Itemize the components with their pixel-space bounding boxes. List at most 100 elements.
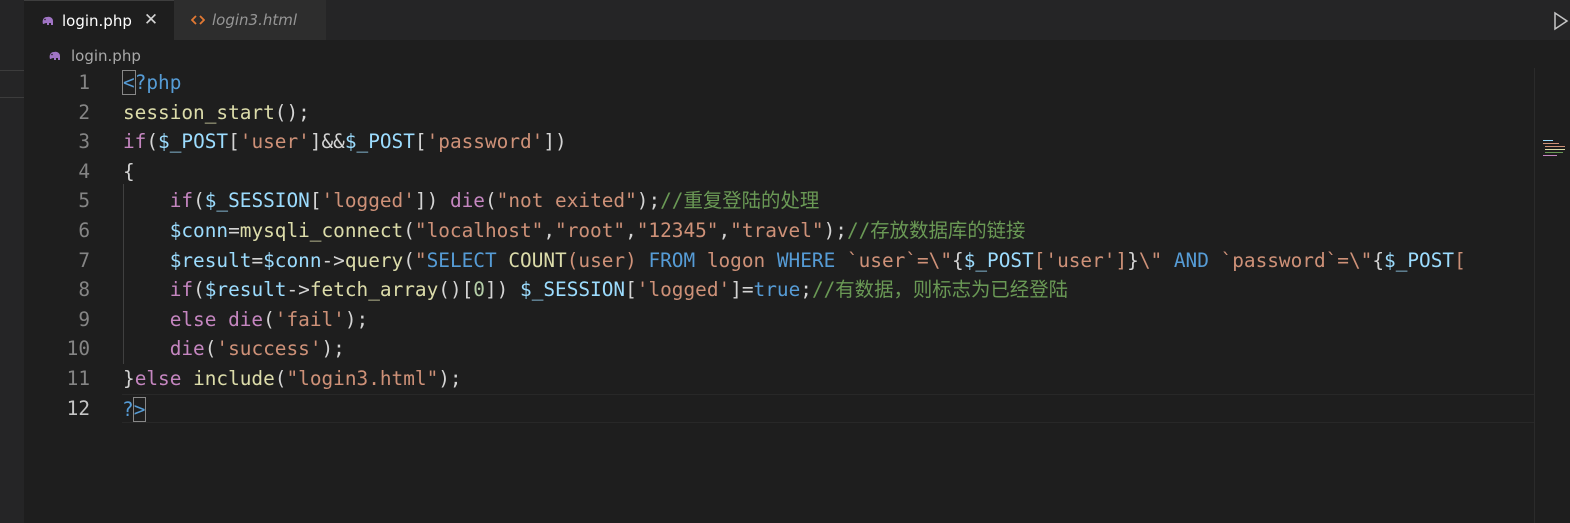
line-number: 1 bbox=[78, 71, 90, 94]
tab-login-php[interactable]: login.php ✕ bbox=[24, 0, 174, 40]
code-token: ]) bbox=[484, 278, 521, 302]
line-number-gutter: 1 2 3 4 5 6 7 8 9 10 11 12 bbox=[24, 68, 94, 423]
code-token: (); bbox=[274, 100, 310, 124]
tab-login3-html[interactable]: login3.html bbox=[174, 0, 327, 40]
line-number: 2 bbox=[78, 100, 90, 124]
code-token: < bbox=[122, 70, 136, 95]
code-line[interactable]: die('success'); bbox=[123, 334, 1535, 364]
code-token: $_POST bbox=[344, 130, 415, 154]
code-token: { bbox=[123, 159, 135, 183]
code-token: ]&& bbox=[309, 130, 345, 154]
code-token: [ bbox=[1454, 248, 1466, 272]
code-token: } bbox=[1127, 248, 1139, 272]
code-token: [ bbox=[309, 189, 322, 213]
code-line[interactable]: }else include("login3.html"); bbox=[123, 364, 1535, 394]
code-token: -> bbox=[321, 248, 345, 272]
code-token: ]) bbox=[414, 189, 450, 213]
code-token: } bbox=[123, 366, 135, 390]
code-area[interactable]: <?php session_start(); if($_POST['user']&&… bbox=[122, 68, 1535, 424]
code-token: 'success' bbox=[216, 337, 322, 361]
code-token: , bbox=[718, 218, 731, 242]
code-token: "12345" bbox=[636, 218, 719, 242]
code-line[interactable]: session_start(); bbox=[123, 98, 1535, 128]
code-token: $conn bbox=[263, 248, 322, 272]
code-token: die bbox=[169, 337, 205, 361]
code-token: ); bbox=[438, 366, 462, 390]
code-token: ['user'] bbox=[1033, 248, 1128, 272]
code-line[interactable]: $result=$conn->query("SELECT COUNT(user)… bbox=[123, 246, 1535, 276]
code-token: $_POST bbox=[1384, 248, 1455, 272]
code-line[interactable]: { bbox=[123, 157, 1535, 187]
code-token: else bbox=[169, 307, 229, 331]
code-token: session_start bbox=[123, 100, 275, 124]
code-token: ); bbox=[636, 189, 661, 213]
breadcrumb[interactable]: login.php bbox=[48, 45, 141, 67]
code-token: ); bbox=[321, 337, 345, 361]
line-number: 11 bbox=[66, 366, 90, 390]
code-token: `user`=\" bbox=[846, 248, 952, 272]
code-token: = bbox=[251, 248, 264, 272]
code-token: if bbox=[123, 130, 147, 154]
code-editor[interactable]: 1 2 3 4 5 6 7 8 9 10 11 12 <?php session_start(); if(… bbox=[24, 68, 1535, 523]
code-token: 'logged' bbox=[321, 189, 415, 213]
code-line[interactable]: else die('fail'); bbox=[123, 305, 1535, 335]
line-number: 6 bbox=[78, 218, 90, 242]
code-token: FROM bbox=[648, 248, 707, 272]
code-token: SELECT bbox=[426, 248, 509, 272]
code-line[interactable]: ?> bbox=[122, 393, 1535, 424]
code-token: `password`=\" bbox=[1220, 248, 1373, 272]
line-number: 8 bbox=[78, 278, 90, 302]
code-token: ()[ bbox=[438, 278, 474, 302]
code-token: \" bbox=[1138, 248, 1174, 272]
code-token: if bbox=[169, 189, 194, 213]
code-token: > bbox=[132, 396, 147, 422]
php-elephant-icon bbox=[48, 48, 64, 64]
tab-label: login3.html bbox=[212, 11, 298, 29]
code-token: ); bbox=[344, 307, 369, 331]
code-token: ? bbox=[122, 397, 134, 421]
code-token: AND bbox=[1173, 248, 1221, 272]
line-number: 3 bbox=[78, 130, 90, 154]
html-code-icon bbox=[190, 12, 206, 28]
code-line[interactable]: if($_POST['user']&&$_POST['password']) bbox=[123, 127, 1535, 157]
code-token: "root" bbox=[555, 218, 626, 242]
code-token: ]) bbox=[543, 130, 567, 154]
tab-close-button[interactable]: ✕ bbox=[144, 12, 158, 29]
code-token: include bbox=[193, 366, 275, 390]
code-token: ); bbox=[823, 218, 847, 242]
breadcrumb-file-label: login.php bbox=[71, 47, 141, 65]
code-token: ( bbox=[193, 189, 205, 213]
code-line[interactable]: if($result->fetch_array()[0]) $_SESSION[… bbox=[123, 275, 1535, 305]
vertical-scrollbar[interactable] bbox=[1534, 68, 1570, 523]
code-token: 'user' bbox=[239, 130, 310, 154]
run-icon[interactable] bbox=[1552, 10, 1570, 32]
code-token: 0 bbox=[473, 278, 485, 302]
code-token: "not exited" bbox=[496, 189, 637, 213]
code-token: WHERE bbox=[776, 248, 847, 272]
line-number: 7 bbox=[78, 248, 90, 272]
line-number: 5 bbox=[78, 189, 90, 213]
code-token: fetch_array bbox=[309, 278, 439, 302]
code-line[interactable]: <?php bbox=[122, 68, 1535, 98]
code-token: $_POST bbox=[158, 130, 229, 154]
indent-guide bbox=[123, 184, 124, 364]
code-line[interactable]: $conn=mysqli_connect("localhost","root",… bbox=[123, 216, 1535, 246]
code-token: ; bbox=[800, 278, 812, 302]
code-token: $result bbox=[169, 248, 252, 272]
code-token: [ bbox=[625, 278, 637, 302]
code-token: ( bbox=[484, 189, 497, 213]
code-token: die bbox=[449, 189, 485, 213]
code-line[interactable]: if($_SESSION['logged']) die("not exited"… bbox=[123, 186, 1535, 216]
code-token: ?php bbox=[134, 71, 182, 94]
code-token: " bbox=[414, 248, 427, 272]
code-token: die bbox=[228, 307, 264, 331]
code-token: ( bbox=[146, 130, 159, 154]
code-token: true bbox=[753, 278, 801, 302]
code-token: 'logged' bbox=[636, 278, 731, 302]
code-token: logon bbox=[706, 248, 777, 272]
code-token: ( bbox=[274, 366, 287, 390]
code-token: 'fail' bbox=[274, 307, 345, 331]
